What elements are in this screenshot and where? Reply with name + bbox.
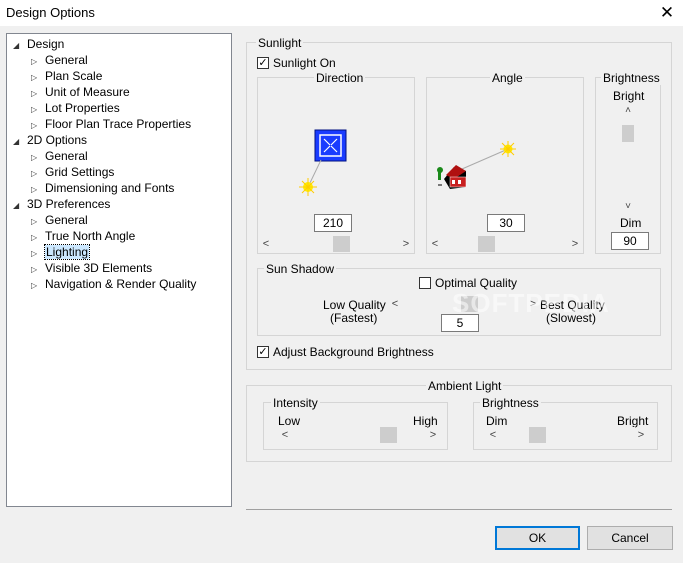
tree-item[interactable]: ▷ Lighting bbox=[31, 244, 91, 260]
tree-item-label: 3D Preferences bbox=[27, 197, 111, 211]
tree-item[interactable]: ▷ True North Angle bbox=[31, 228, 135, 244]
ambient-dim-label: Dim bbox=[486, 414, 508, 428]
brightness-value[interactable]: 90 bbox=[611, 232, 649, 250]
chevron-right-icon[interactable]: > bbox=[400, 236, 412, 252]
chevron-up-icon[interactable]: ˄ bbox=[620, 104, 636, 118]
intensity-slider[interactable]: < > bbox=[279, 427, 439, 443]
expand-arrow-icon[interactable]: ◢ bbox=[13, 198, 23, 214]
adjust-bg-checkbox[interactable]: ✓ bbox=[257, 346, 269, 358]
direction-label: Direction bbox=[314, 71, 366, 85]
sun-shadow-label: Sun Shadow bbox=[264, 262, 337, 276]
chevron-left-icon[interactable]: < bbox=[389, 296, 401, 312]
brightness-bright-label: Bright bbox=[613, 89, 645, 103]
brightness-slider-thumb[interactable] bbox=[622, 125, 634, 142]
tree-item-label: Unit of Measure bbox=[45, 85, 130, 99]
ok-button[interactable]: OK bbox=[495, 526, 580, 550]
chevron-left-icon[interactable]: < bbox=[429, 236, 441, 252]
compass-icon[interactable] bbox=[295, 127, 355, 202]
intensity-slider-thumb[interactable] bbox=[380, 427, 397, 443]
direction-slider-thumb[interactable] bbox=[333, 236, 350, 252]
sunlight-on-label: Sunlight On bbox=[273, 56, 336, 70]
tree-item[interactable]: ▷ Plan Scale bbox=[31, 68, 102, 84]
tree-item-label: General bbox=[45, 149, 88, 163]
tree-item[interactable]: ▷ Floor Plan Trace Properties bbox=[31, 116, 191, 132]
ambient-brightness-slider-thumb[interactable] bbox=[529, 427, 546, 443]
direction-value[interactable]: 210 bbox=[314, 214, 352, 232]
title-bar bbox=[0, 0, 683, 26]
ambient-brightness-slider-track[interactable] bbox=[499, 427, 635, 443]
tree-item[interactable]: ◢ 3D Preferences bbox=[13, 196, 110, 212]
tree-item[interactable]: ▷ Dimensioning and Fonts bbox=[31, 180, 174, 196]
intensity-low-label: Low bbox=[278, 414, 301, 428]
direction-slider[interactable]: < > bbox=[260, 236, 412, 252]
expand-arrow-icon[interactable]: ◢ bbox=[13, 134, 23, 150]
tree-item[interactable]: ◢ 2D Options bbox=[13, 132, 87, 148]
divider bbox=[246, 509, 672, 510]
tree-item[interactable]: ▷ Lot Properties bbox=[31, 100, 120, 116]
watermark: SOFTPEDIA bbox=[452, 288, 610, 318]
chevron-down-icon[interactable]: ˅ bbox=[620, 200, 636, 214]
angle-slider-thumb[interactable] bbox=[478, 236, 495, 252]
brightness-label: Brightness bbox=[601, 71, 662, 85]
tree-item[interactable]: ▷ Navigation & Render Quality bbox=[31, 276, 196, 292]
tree-item-label: Navigation & Render Quality bbox=[45, 277, 197, 291]
tree-item-label: True North Angle bbox=[45, 229, 136, 243]
ambient-light-label: Ambient Light bbox=[426, 379, 504, 393]
tree-item-label: General bbox=[45, 53, 88, 67]
options-tree[interactable]: ◢ Design ▷ General ▷ Plan Scale ▷ Unit of Measu… bbox=[6, 33, 232, 507]
optimal-quality-checkbox[interactable] bbox=[419, 277, 431, 289]
fastest-label: (Fastest) bbox=[330, 311, 378, 325]
intensity-label: Intensity bbox=[271, 396, 320, 410]
tree-item-label: General bbox=[45, 213, 88, 227]
tree-item-label: Lot Properties bbox=[45, 101, 120, 115]
chevron-right-icon[interactable]: > bbox=[635, 427, 647, 443]
tree-item-label: Design bbox=[27, 37, 65, 51]
sunlight-on-checkbox[interactable]: ✓ bbox=[257, 57, 269, 69]
chevron-left-icon[interactable]: < bbox=[260, 236, 272, 252]
chevron-left-icon[interactable]: < bbox=[487, 427, 499, 443]
ambient-brightness-label: Brightness bbox=[480, 396, 541, 410]
tree-item-label: Floor Plan Trace Properties bbox=[45, 117, 192, 131]
angle-slider[interactable]: < > bbox=[429, 236, 581, 252]
intensity-slider-track[interactable] bbox=[291, 427, 427, 443]
tree-item[interactable]: ▷ Visible 3D Elements bbox=[31, 260, 152, 276]
tree-item[interactable]: ◢ Design bbox=[13, 36, 64, 52]
intensity-high-label: High bbox=[413, 414, 438, 428]
ambient-brightness-slider[interactable]: < > bbox=[487, 427, 647, 443]
tree-item-label: Dimensioning and Fonts bbox=[45, 181, 175, 195]
chevron-left-icon[interactable]: < bbox=[279, 427, 291, 443]
chevron-right-icon[interactable]: > bbox=[569, 236, 581, 252]
brightness-slider[interactable]: ˄ ˅ bbox=[620, 104, 636, 214]
tree-item-label: Plan Scale bbox=[45, 69, 103, 83]
adjust-bg-label: Adjust Background Brightness bbox=[273, 345, 434, 359]
ambient-bright-label: Bright bbox=[617, 414, 649, 428]
brightness-dim-label: Dim bbox=[620, 216, 642, 230]
window-title: Design Options bbox=[6, 5, 95, 20]
direction-slider-track[interactable] bbox=[272, 236, 400, 252]
expand-arrow-icon[interactable]: ◢ bbox=[13, 38, 23, 54]
tree-item[interactable]: ▷ Grid Settings bbox=[31, 164, 114, 180]
close-icon[interactable]: ✕ bbox=[656, 2, 678, 24]
collapsed-arrow-icon[interactable]: ▷ bbox=[31, 278, 41, 294]
house-sun-icon[interactable] bbox=[432, 137, 522, 202]
tree-item-label: Lighting bbox=[43, 244, 91, 260]
angle-slider-track[interactable] bbox=[441, 236, 569, 252]
sunlight-group-label: Sunlight bbox=[256, 36, 304, 50]
low-quality-label: Low Quality bbox=[323, 298, 386, 312]
angle-value[interactable]: 30 bbox=[487, 214, 525, 232]
brightness-slider-track[interactable] bbox=[620, 118, 636, 200]
tree-item[interactable]: ▷ General bbox=[31, 212, 88, 228]
tree-item[interactable]: ▷ General bbox=[31, 148, 88, 164]
tree-item-label: Grid Settings bbox=[45, 165, 115, 179]
tree-item-label: Visible 3D Elements bbox=[45, 261, 153, 275]
tree-item[interactable]: ▷ Unit of Measure bbox=[31, 84, 130, 100]
cancel-button[interactable]: Cancel bbox=[587, 526, 673, 550]
angle-label: Angle bbox=[490, 71, 525, 85]
tree-item[interactable]: ▷ General bbox=[31, 52, 88, 68]
chevron-right-icon[interactable]: > bbox=[427, 427, 439, 443]
tree-item-label: 2D Options bbox=[27, 133, 88, 147]
